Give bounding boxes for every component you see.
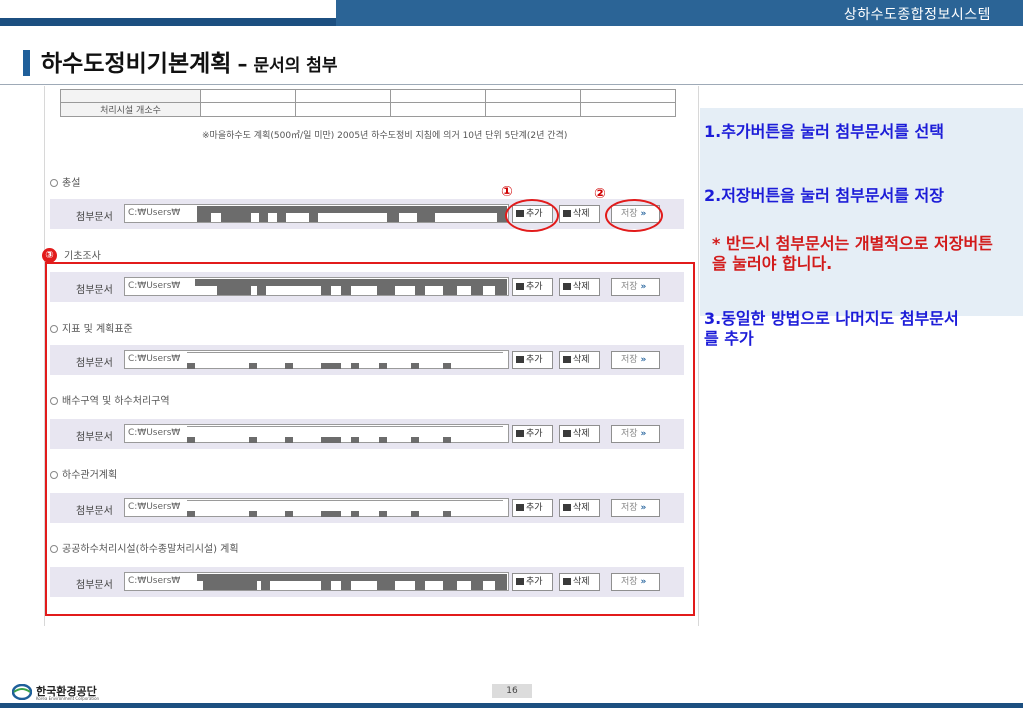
step-3-marker: ③ (42, 248, 57, 263)
redacted-path (417, 213, 435, 222)
section-label-text: 총설 (62, 178, 81, 189)
redacted-path (197, 213, 211, 222)
summary-table: 처리시설 개소수 (60, 89, 676, 117)
section-label-text: 기초조사 (64, 251, 101, 262)
table-row (60, 89, 676, 103)
redacted-path (197, 206, 507, 213)
table-cell (60, 89, 201, 103)
table-cell (580, 89, 676, 103)
attach-label: 첨부문서 (76, 212, 113, 223)
table-row: 처리시설 개소수 (60, 102, 676, 117)
file-path-input[interactable]: C:₩Users₩ (124, 204, 509, 223)
organization-english-name: Korea Environment Corporation (36, 696, 100, 701)
header-band-left (0, 18, 336, 26)
delete-file-icon (563, 210, 571, 217)
slide-title: 하수도정비기본계획 – 문서의 첨부 (41, 44, 338, 78)
step-2-marker: ② (594, 186, 606, 202)
instruction-step-1: 1.추가버튼을 눌러 첨부문서를 선택 (704, 122, 945, 141)
table-cell (390, 89, 486, 103)
table-cell (390, 102, 486, 117)
table-cell (295, 89, 391, 103)
title-divider (0, 84, 1023, 85)
highlight-box-sections (45, 262, 695, 616)
redacted-path (277, 213, 286, 222)
header-band: 상하수도종합정보시스템 (0, 0, 1023, 26)
title-accent-bar (23, 50, 30, 76)
attach-row-overview: 첨부문서 C:₩Users₩ 추가 삭제 저장 » (50, 199, 684, 229)
system-title: 상하수도종합정보시스템 (843, 7, 991, 23)
table-cell (295, 102, 391, 117)
redacted-path (387, 213, 399, 222)
redacted-path (309, 213, 318, 222)
table-cell (200, 102, 296, 117)
slide-title-main: 하수도정비기본계획 (41, 51, 232, 77)
page-number: 16 (492, 684, 532, 698)
delete-button-label: 삭제 (573, 209, 590, 219)
file-path-text: C:₩Users₩ (128, 208, 181, 218)
instruction-step-2-note: * 반드시 첨부문서는 개별적으로 저장버튼을 눌러야 합니다. (712, 234, 993, 273)
section-label-basic-survey: 기초조사 (64, 247, 101, 262)
table-row-label: 처리시설 개소수 (60, 102, 201, 117)
highlight-ellipse-add (505, 199, 559, 232)
footer-band (0, 703, 1023, 708)
table-cell (580, 102, 676, 117)
instruction-step-3: 3.동일한 방법으로 나머지도 첨부문서를 추가 (704, 309, 959, 348)
delete-button[interactable]: 삭제 (559, 205, 600, 223)
table-cell (200, 89, 296, 103)
section-label-overview: 총설 (50, 174, 80, 189)
table-cell (485, 102, 581, 117)
redacted-path (221, 213, 251, 222)
korea-environment-logo-icon (12, 684, 32, 700)
step-1-marker: ① (501, 184, 513, 200)
table-cell (485, 89, 581, 103)
highlight-ellipse-save (605, 199, 663, 232)
slide-title-separator: – (237, 52, 248, 76)
radio-icon (50, 179, 58, 187)
slide-title-sub: 문서의 첨부 (253, 56, 338, 76)
instruction-step-2: 2.저장버튼을 눌러 첨부문서를 저장 (704, 186, 945, 205)
planning-note: ※마을하수도 계획(500㎥/일 미만) 2005년 하수도정비 지침에 의거 … (202, 131, 568, 141)
redacted-path (259, 213, 268, 222)
